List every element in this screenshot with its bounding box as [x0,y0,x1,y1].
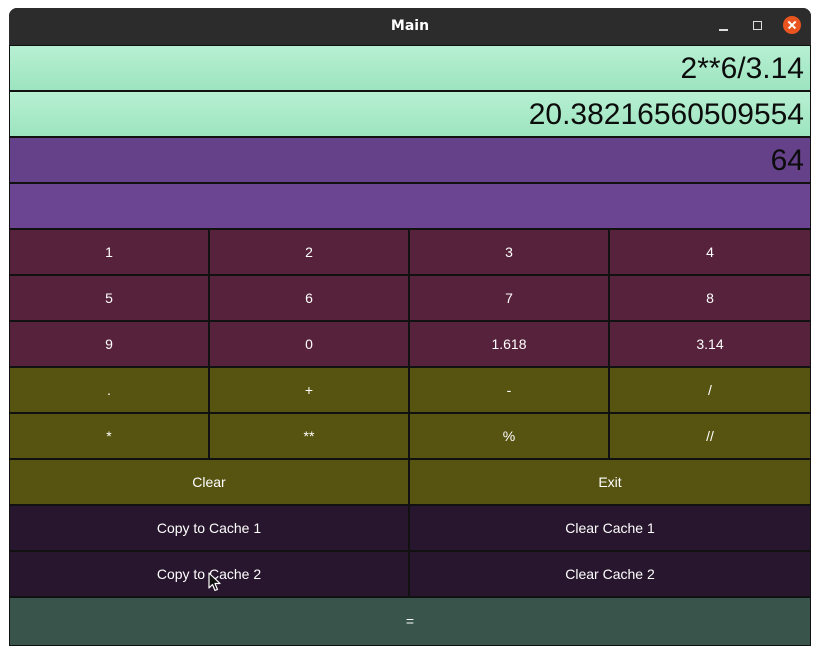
multiply-button[interactable]: * [10,414,208,458]
clear-button[interactable]: Clear [10,460,408,504]
floor-divide-button[interactable]: // [610,414,810,458]
key-8-button[interactable]: 8 [610,276,810,320]
power-button[interactable]: ** [210,414,408,458]
close-icon[interactable] [783,16,801,34]
title-bar[interactable]: Main [9,8,811,45]
expression-display[interactable]: 2**6/3.14 [10,46,810,90]
maximize-icon[interactable] [749,17,767,35]
pi-button[interactable]: 3.14 [610,322,810,366]
cache1-display[interactable]: 64 [10,138,810,182]
key-0-button[interactable]: 0 [210,322,408,366]
key-7-button[interactable]: 7 [410,276,608,320]
decimal-point-button[interactable]: . [10,368,208,412]
clear-cache1-button[interactable]: Clear Cache 1 [410,506,810,550]
clear-cache2-button[interactable]: Clear Cache 2 [410,552,810,596]
key-1-button[interactable]: 1 [10,230,208,274]
key-6-button[interactable]: 6 [210,276,408,320]
cache2-display[interactable] [10,184,810,228]
copy-to-cache1-button[interactable]: Copy to Cache 1 [10,506,408,550]
result-display[interactable]: 20.38216560509554 [10,92,810,136]
equals-button[interactable]: = [10,598,810,645]
key-4-button[interactable]: 4 [610,230,810,274]
calculator-window: Main 2**6/3.14 20.38216560509554 64 1 2 … [9,8,811,646]
key-5-button[interactable]: 5 [10,276,208,320]
modulo-button[interactable]: % [410,414,608,458]
key-9-button[interactable]: 9 [10,322,208,366]
calculator-body: 2**6/3.14 20.38216560509554 64 1 2 3 4 5… [9,45,811,646]
minimize-icon[interactable] [715,17,733,35]
key-2-button[interactable]: 2 [210,230,408,274]
golden-ratio-button[interactable]: 1.618 [410,322,608,366]
minus-button[interactable]: - [410,368,608,412]
divide-button[interactable]: / [610,368,810,412]
window-title: Main [390,18,430,34]
key-3-button[interactable]: 3 [410,230,608,274]
plus-button[interactable]: + [210,368,408,412]
mouse-cursor-icon [208,572,221,592]
exit-button[interactable]: Exit [410,460,810,504]
